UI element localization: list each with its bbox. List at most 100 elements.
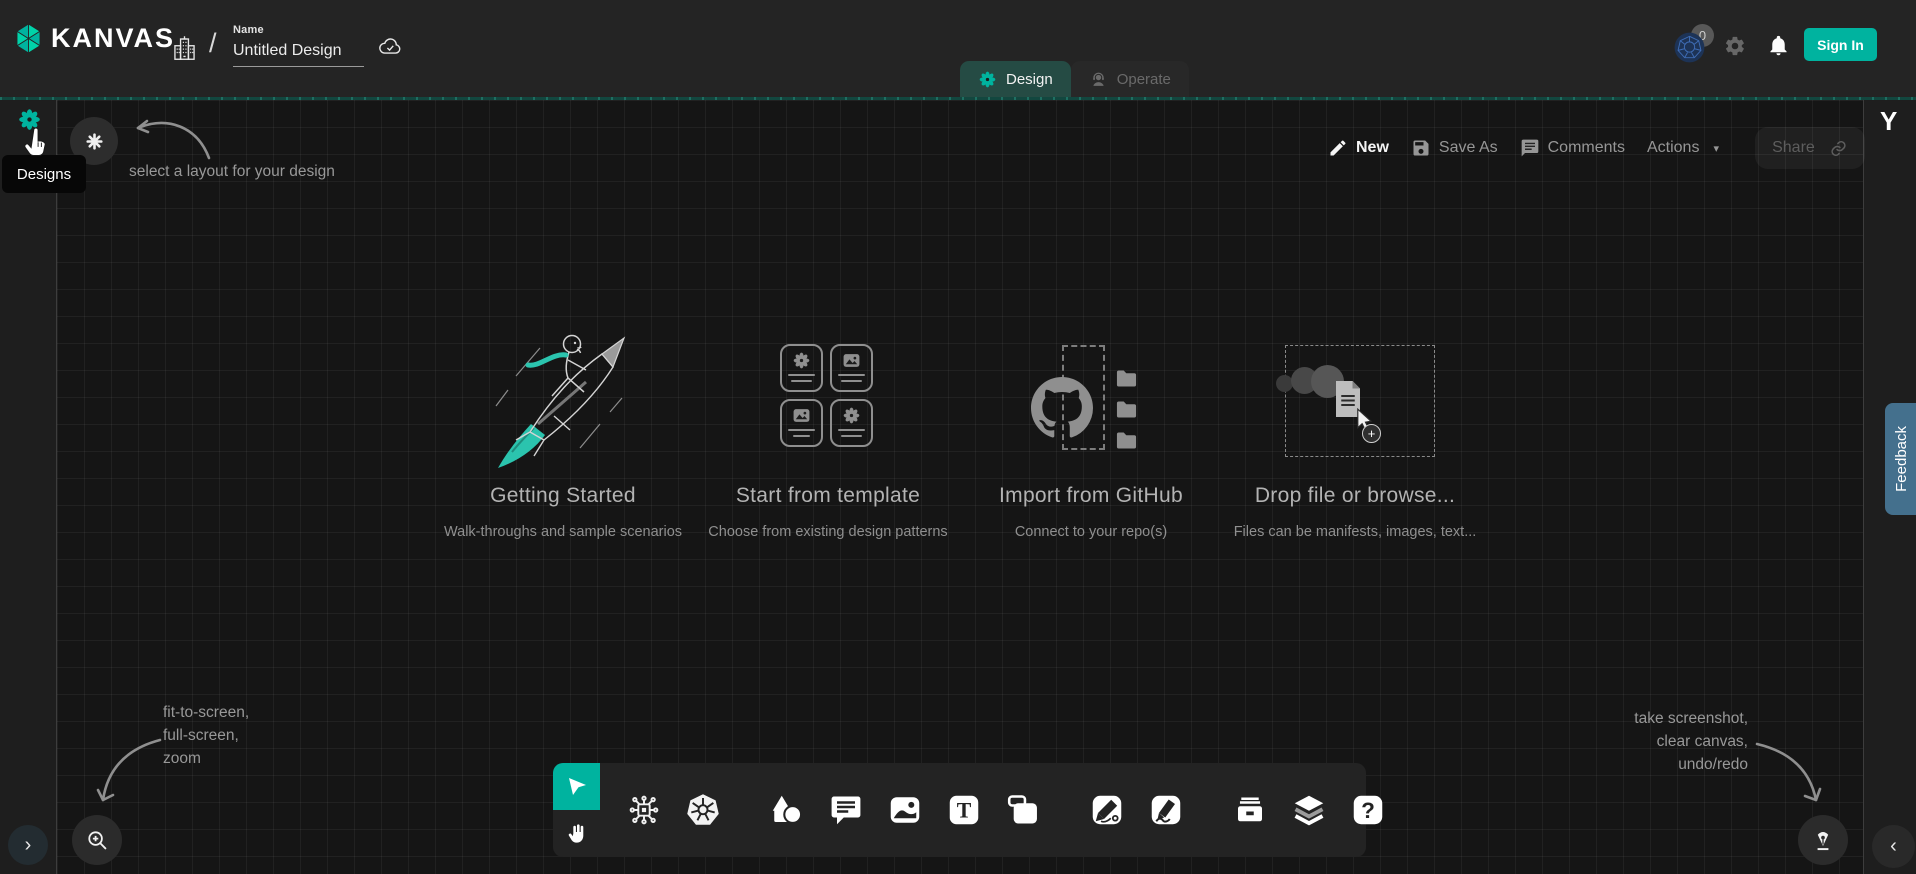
tool-group-infra — [604, 792, 743, 828]
chevron-right-icon: › — [25, 834, 32, 857]
svg-text:?: ? — [1361, 798, 1375, 823]
freehand-tool[interactable] — [1148, 792, 1184, 828]
tile-line — [841, 380, 862, 383]
floppy-save-icon — [1411, 138, 1431, 158]
design-file-icon — [792, 351, 811, 370]
breadcrumb-separator: / — [209, 28, 217, 59]
shapes-tool[interactable] — [769, 792, 805, 828]
feedback-tab[interactable]: Feedback — [1885, 403, 1916, 515]
feedback-label: Feedback — [1893, 426, 1910, 492]
note-tool[interactable] — [1005, 792, 1041, 828]
component-tool[interactable] — [626, 792, 662, 828]
app-header: KANVAS / Name Design — [0, 0, 1916, 97]
canvas-top-border — [0, 97, 1916, 100]
comments-label: Comments — [1548, 139, 1625, 157]
card-title: Drop file or browse... — [1205, 484, 1505, 508]
expand-left-panel-button[interactable]: › — [8, 825, 48, 865]
card-title: Import from GitHub — [961, 484, 1221, 508]
image-file-icon — [841, 351, 862, 370]
image-tool[interactable] — [887, 792, 923, 828]
tile-line — [841, 435, 862, 438]
right-rail-handle[interactable]: Y — [1880, 106, 1897, 137]
card-start-from-template[interactable]: Start from template Choose from existing… — [698, 484, 958, 540]
tool-group-annotate: T — [747, 792, 1063, 828]
design-name-group: Name — [233, 24, 364, 67]
chevron-left-icon: ‹ — [1890, 835, 1897, 858]
tab-operate[interactable]: Operate — [1071, 61, 1189, 97]
save-as-label: Save As — [1439, 139, 1498, 157]
pen-nib-icon — [1810, 827, 1836, 853]
drawer-tool[interactable] — [1232, 792, 1268, 828]
layout-asterisk-icon — [82, 129, 107, 154]
layers-tool[interactable] — [1291, 792, 1327, 828]
template-tile — [780, 344, 823, 392]
template-tile — [830, 344, 873, 392]
tile-line — [788, 429, 815, 432]
github-octocat-icon[interactable] — [1031, 377, 1093, 439]
caret-down-icon: ▾ — [1713, 142, 1719, 155]
save-as-button[interactable]: Save As — [1411, 138, 1498, 158]
pointer-tools — [553, 763, 600, 857]
zoom-hint-arrow — [90, 730, 170, 810]
repo-folder-icon — [1113, 396, 1140, 423]
kubernetes-tool[interactable] — [685, 792, 721, 828]
hand-cursor-pointer — [22, 126, 50, 162]
user-avatar[interactable]: 0 — [1674, 24, 1716, 66]
brand-wordmark: KANVAS — [51, 23, 175, 54]
zoom-controls-button[interactable] — [72, 815, 122, 865]
canvas-actions-button[interactable] — [1798, 815, 1848, 865]
cloud-sync-icon[interactable] — [377, 34, 403, 58]
tile-line — [838, 429, 865, 432]
kanvas-logo[interactable]: KANVAS — [14, 22, 175, 55]
card-getting-started[interactable]: Getting Started Walk-throughs and sample… — [433, 484, 693, 540]
actions-dropdown[interactable]: Actions ▾ — [1647, 139, 1719, 157]
template-tile — [780, 399, 823, 447]
notifications-bell-icon[interactable] — [1767, 33, 1790, 58]
card-title: Start from template — [698, 484, 958, 508]
operate-tab-icon — [1089, 70, 1108, 89]
tile-line — [791, 380, 812, 383]
settings-gear-icon[interactable] — [1724, 35, 1746, 57]
design-name-label: Name — [233, 24, 364, 36]
text-tool[interactable]: T — [946, 792, 982, 828]
expand-right-panel-button[interactable]: ‹ — [1872, 825, 1915, 868]
sign-in-button[interactable]: Sign In — [1804, 28, 1877, 61]
help-tool[interactable]: ? — [1350, 792, 1386, 828]
repo-folder-icon — [1113, 427, 1140, 454]
share-label: Share — [1772, 139, 1815, 157]
design-canvas[interactable] — [57, 100, 1863, 874]
organization-icon[interactable] — [171, 33, 198, 63]
magnifier-plus-icon — [84, 827, 111, 854]
left-rail — [0, 100, 57, 874]
image-file-icon — [791, 406, 812, 425]
share-button[interactable]: Share — [1755, 127, 1865, 169]
mode-tabs: Design Operate — [960, 61, 1189, 97]
tools-dock: T — [553, 763, 1366, 857]
comments-icon — [1520, 138, 1540, 158]
tile-line — [793, 435, 810, 438]
tile-line — [788, 374, 815, 377]
pan-hand-icon — [564, 821, 590, 847]
getting-started-illustration[interactable] — [482, 324, 647, 474]
design-tab-icon — [978, 70, 997, 89]
pan-tool[interactable] — [553, 810, 600, 857]
repo-folder-icon — [1113, 365, 1140, 392]
template-preview-grid[interactable] — [780, 344, 873, 447]
design-file-icon — [842, 406, 861, 425]
select-cursor-icon — [565, 775, 589, 799]
tab-design[interactable]: Design — [960, 61, 1071, 97]
comments-button[interactable]: Comments — [1520, 138, 1625, 158]
tool-group-manage: ? — [1210, 792, 1408, 828]
add-file-plus-badge: + — [1362, 424, 1381, 443]
comment-tool[interactable] — [828, 792, 864, 828]
card-import-from-github[interactable]: Import from GitHub Connect to your repo(… — [961, 484, 1221, 540]
avatar-icon — [1674, 32, 1705, 63]
svg-text:T: T — [957, 799, 972, 823]
new-design-button[interactable]: New — [1328, 138, 1389, 158]
edge-tool[interactable] — [1089, 792, 1125, 828]
tab-operate-label: Operate — [1117, 71, 1171, 88]
card-drop-file[interactable]: Drop file or browse... Files can be mani… — [1205, 484, 1505, 540]
design-name-input[interactable] — [233, 40, 364, 67]
card-title: Getting Started — [433, 484, 693, 508]
select-tool[interactable] — [553, 763, 600, 810]
